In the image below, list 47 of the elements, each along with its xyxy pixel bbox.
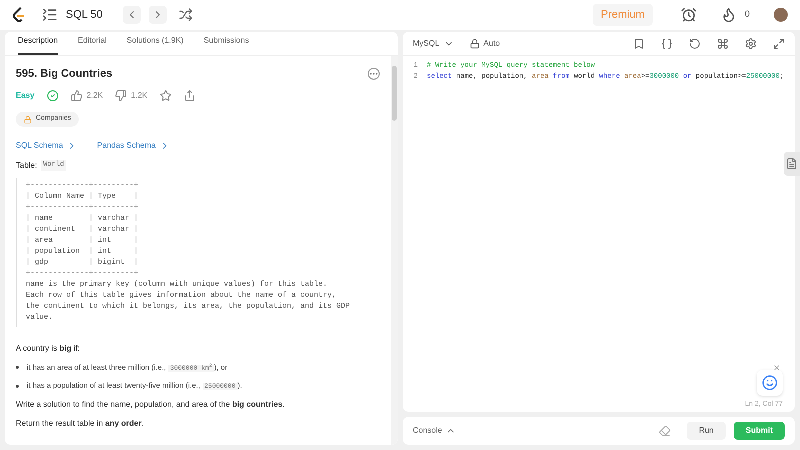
tab[interactable]: Solutions (1.9K) bbox=[126, 35, 184, 55]
description-paragraph: Return the result table in any order. bbox=[16, 418, 146, 430]
format-icon[interactable] bbox=[661, 38, 673, 50]
scrollbar[interactable] bbox=[391, 56, 398, 445]
tab[interactable]: Submissions bbox=[204, 35, 250, 55]
list-icon[interactable] bbox=[42, 7, 58, 23]
side-tab[interactable] bbox=[784, 152, 800, 176]
close-icon[interactable] bbox=[773, 364, 781, 372]
tab[interactable]: Editorial bbox=[78, 35, 107, 55]
mode-label: Auto bbox=[470, 38, 500, 50]
schema-link[interactable]: SQL Schema bbox=[16, 140, 78, 152]
lock-icon bbox=[24, 116, 32, 124]
alarm-clock-icon[interactable] bbox=[680, 7, 697, 23]
tab[interactable]: Description bbox=[18, 35, 58, 55]
avatar[interactable] bbox=[774, 8, 788, 22]
shuffle-icon[interactable] bbox=[178, 8, 193, 22]
like-button[interactable]: 2.2K bbox=[70, 90, 104, 102]
command-icon[interactable] bbox=[717, 38, 729, 50]
next-button[interactable] bbox=[148, 6, 167, 24]
feedback-button[interactable] bbox=[757, 370, 783, 396]
thumbs-down-icon bbox=[115, 90, 128, 102]
bookmark-icon[interactable] bbox=[633, 38, 645, 50]
share-icon[interactable] bbox=[184, 90, 196, 102]
intro-text: A country is big if: bbox=[16, 342, 82, 354]
lock-icon bbox=[470, 38, 480, 48]
prev-button[interactable] bbox=[122, 6, 141, 24]
flame-icon[interactable] bbox=[720, 7, 737, 23]
difficulty-label: Easy bbox=[16, 90, 35, 102]
run-button[interactable]: Run bbox=[687, 422, 726, 440]
thumbs-up-icon bbox=[70, 90, 83, 102]
dislike-button[interactable]: 1.2K bbox=[115, 90, 148, 102]
reset-icon[interactable] bbox=[689, 38, 701, 50]
settings-icon[interactable] bbox=[745, 38, 757, 50]
description-paragraph: Write a solution to find the name, population, and area of the big countries. bbox=[16, 399, 286, 411]
more-icon[interactable] bbox=[368, 68, 380, 80]
streak-count: 0 bbox=[744, 8, 750, 22]
star-icon[interactable] bbox=[160, 90, 172, 102]
logo-icon[interactable] bbox=[12, 7, 26, 23]
document-icon bbox=[786, 158, 798, 170]
problem-title: 595. Big Countries bbox=[16, 67, 113, 82]
problem-list-title[interactable]: SQL 50 bbox=[66, 6, 103, 24]
schema-link[interactable]: Pandas Schema bbox=[97, 140, 170, 152]
language-select[interactable]: MySQL bbox=[413, 38, 454, 50]
expand-icon[interactable] bbox=[773, 38, 785, 50]
smiley-icon bbox=[762, 375, 778, 391]
console-toggle[interactable]: Console bbox=[413, 425, 456, 437]
table-label: Table: bbox=[16, 160, 38, 172]
